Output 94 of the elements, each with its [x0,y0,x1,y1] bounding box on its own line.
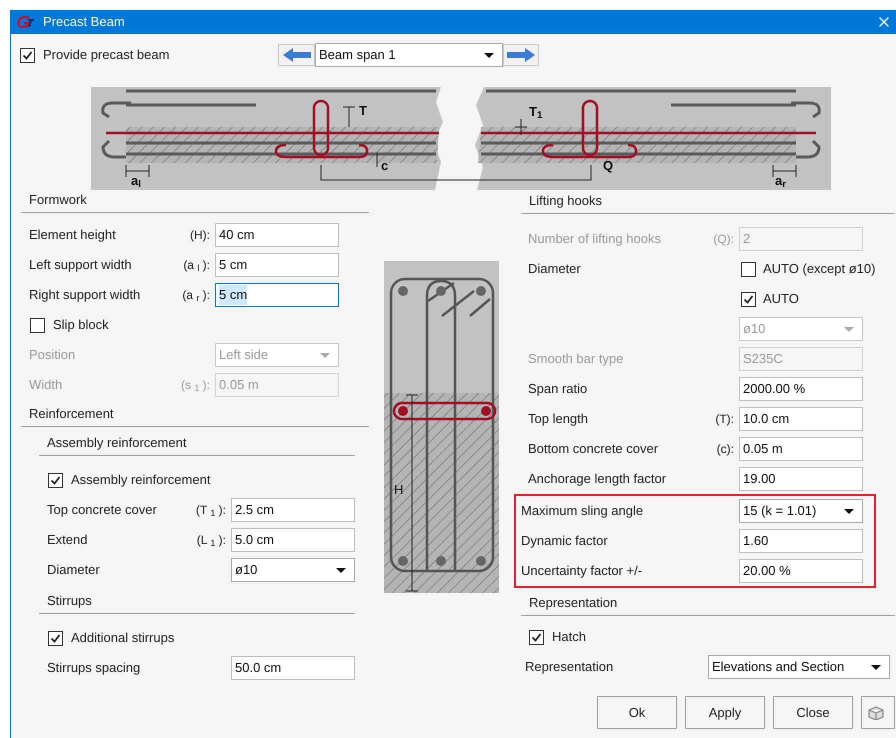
text-field[interactable]: 19.00 [739,467,863,491]
field-symbol: (T $_{1}$ ): [196,502,226,519]
section-heading: Assembly reinforcement [46,434,186,452]
window-title: Precast Beam [43,13,126,32]
section-heading: Formwork [28,190,87,208]
field-label: Top length [528,410,589,428]
checkbox[interactable] [48,472,63,488]
field-label: Anchorage length factor [528,470,668,488]
field-label: Element height [29,226,117,244]
field-label: Right support width [29,286,142,304]
field-symbol: (H): [190,227,210,244]
text-field[interactable]: 50.0 cm [231,656,355,680]
dialog-button[interactable]: Close [773,696,853,729]
field-label: Left support width [29,256,133,274]
checkbox-label[interactable]: Assembly reinforcement [71,470,210,490]
section-heading: Stirrups [46,592,92,610]
field-label: Uncertainty factor +/- [521,562,644,580]
section-heading: Reinforcement [28,404,114,422]
caret-icon [320,352,330,358]
next-button[interactable] [503,44,539,66]
check-icon [743,294,754,304]
field-label: Dynamic factor [521,532,609,550]
text-field[interactable]: 5 cm [215,253,339,277]
section-heading: Representation [528,594,618,612]
checkbox[interactable] [30,318,45,332]
field-symbol: (s $_{1}$ ): [180,377,210,394]
package-icon [868,706,884,720]
logo-icon [17,16,35,28]
check-icon [50,632,61,644]
arrow-right-icon [507,48,535,62]
field-symbol: (T): [715,411,734,428]
arrow-left-icon [282,48,310,62]
dropdown[interactable]: ø10 [231,558,355,582]
caret-icon [844,508,854,514]
caret-icon [871,664,881,670]
field-label: Span ratio [528,380,588,398]
text-field[interactable]: 10.0 cm [739,407,863,431]
field-symbol: (L $_{1}$ ): [196,532,226,549]
checkbox[interactable] [529,630,544,644]
field-label: Top concrete cover [47,501,158,520]
dimension-label: a$_{l}$ [131,174,141,187]
dropdown[interactable]: 15 (k = 1.01) [739,499,863,523]
field-symbol: (c): [716,441,734,458]
text-field[interactable]: 5.0 cm [231,528,355,552]
check-icon [531,632,542,642]
text-field[interactable]: 2000.00 % [739,377,863,401]
checkbox-label[interactable]: Provide precast beam [43,45,278,65]
dimension-label: H [394,483,404,496]
dropdown[interactable]: Beam span 1 [315,43,503,67]
text-field[interactable]: 1.60 [739,529,863,553]
checkbox[interactable] [48,630,63,646]
caret-icon [484,52,494,58]
text-field[interactable]: 5 cm [215,283,339,307]
field-label: Width [29,376,64,394]
dimension-label: a$_{r}$ [775,174,786,187]
checkbox-label[interactable]: Slip block [53,315,109,335]
text-field[interactable]: 40 cm [215,223,339,247]
caret-icon [844,326,854,332]
checkbox[interactable] [741,292,756,306]
section-heading: Lifting hooks [528,192,602,210]
previous-button[interactable] [278,44,315,66]
field-label: Stirrups spacing [47,659,142,678]
field-label: Number of lifting hooks [528,230,662,248]
dimension-label: T$_{1}$ [529,105,542,118]
field-label: Representation [525,658,614,676]
checkbox[interactable] [20,48,35,62]
text-field[interactable]: 20.00 % [739,559,863,583]
checkbox-label[interactable]: AUTO [763,289,799,309]
field-label: Maximum sling angle [521,503,644,518]
checkbox-label[interactable]: Hatch [552,627,586,647]
field-label: Smooth bar type [528,350,624,368]
field-label: Extend [47,531,88,550]
dialog-button[interactable]: Apply [685,696,765,729]
field-label: Diameter [47,562,100,578]
dimension-label: Q [603,159,614,172]
check-icon [22,50,33,60]
dimension-label: T [359,104,367,117]
dimension-label: c [381,159,388,172]
field-label: Bottom concrete cover [528,440,660,458]
package-button[interactable] [861,696,895,729]
field-label: Position [29,347,76,362]
field-symbol: (a $_{l}$ ): [183,257,210,274]
caret-icon [336,568,346,572]
field-symbol: (Q): [713,231,734,248]
checkbox[interactable] [741,262,756,276]
field-label: Diameter [528,261,581,276]
check-icon [50,474,61,486]
text-field[interactable]: 2.5 cm [231,498,355,522]
checkbox-label[interactable]: Additional stirrups [71,628,174,648]
checkbox-label[interactable]: AUTO (except ø10) [763,259,876,279]
dialog-button[interactable]: Ok [597,696,677,729]
field-symbol: (a $_{r}$ ): [182,287,210,304]
dropdown[interactable]: Elevations and Section [708,655,890,679]
text-field[interactable]: 0.05 m [739,437,863,461]
